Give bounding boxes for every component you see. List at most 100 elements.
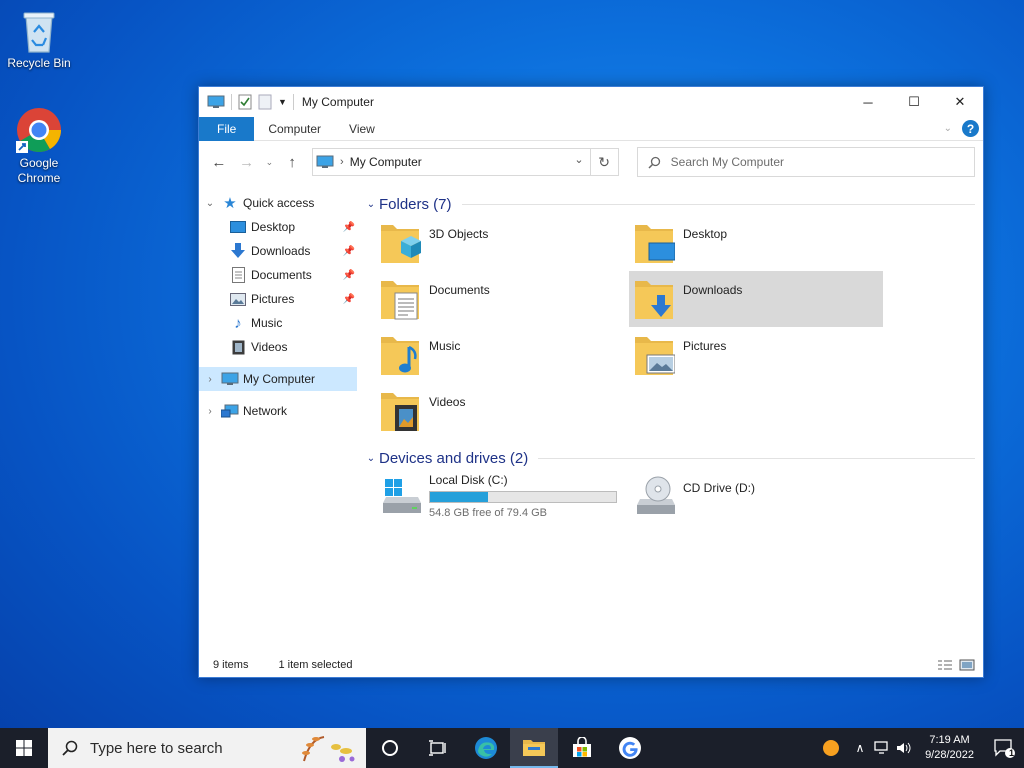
collapse-chevron-icon[interactable]: ⌄ [363, 199, 379, 210]
folder-item-3d-objects[interactable]: 3D Objects [375, 215, 629, 271]
title-bar[interactable]: ▼ My Computer ─ ☐ ✕ [199, 87, 983, 117]
folder-item-downloads[interactable]: Downloads [629, 271, 883, 327]
expand-ribbon-icon[interactable]: ⌄ [944, 123, 952, 134]
desktop-icon-label: Recycle Bin [7, 56, 71, 70]
folder-item-music[interactable]: Music [375, 327, 629, 383]
drive-usage-bar [429, 491, 617, 503]
up-button[interactable]: ↑ [280, 150, 304, 174]
taskbar-app-edge[interactable] [462, 728, 510, 768]
pin-icon: 📌 [342, 221, 355, 233]
clock-time: 7:19 AM [929, 734, 970, 746]
computer-icon [207, 95, 225, 108]
desktop-icon-google-chrome[interactable]: Google Chrome [1, 106, 77, 186]
nav-item-music[interactable]: ♪ Music [199, 311, 357, 335]
desktop-icon-recycle-bin[interactable]: Recycle Bin [1, 8, 77, 71]
nav-item-pictures[interactable]: Pictures 📌 [199, 287, 357, 311]
desktop-icon-label: Google Chrome [17, 156, 61, 185]
search-box[interactable] [636, 147, 975, 177]
folder-name: Pictures [683, 339, 727, 353]
expand-chevron-icon[interactable]: › [199, 374, 221, 385]
nav-item-quick-access[interactable]: ⌄ ★ Quick access [199, 191, 357, 215]
group-header-folders[interactable]: ⌄ Folders (7) [363, 193, 975, 215]
close-button[interactable]: ✕ [937, 87, 983, 117]
divider [461, 203, 975, 205]
folders-grid: 3D Objects Desktop Documents Downloads M… [375, 215, 975, 439]
folder-name: 3D Objects [429, 227, 489, 241]
nav-item-network[interactable]: › Network [199, 399, 357, 423]
show-hidden-icons-button[interactable]: ∧ [849, 728, 871, 768]
network-icon [221, 403, 239, 419]
nav-item-desktop[interactable]: Desktop 📌 [199, 215, 357, 239]
tab-file[interactable]: File [199, 116, 255, 141]
star-icon: ★ [223, 195, 237, 212]
help-icon[interactable]: ? [962, 120, 979, 137]
nav-item-label: Documents [251, 268, 312, 282]
address-path[interactable]: My Computer [350, 155, 422, 169]
collapse-chevron-icon[interactable]: ⌄ [199, 198, 221, 209]
breadcrumb-chevron-icon[interactable]: › [340, 156, 344, 168]
start-button[interactable] [0, 728, 48, 768]
address-dropdown-icon[interactable]: ⌄ [574, 153, 583, 166]
edge-icon [475, 737, 497, 759]
folder-item-desktop[interactable]: Desktop [629, 215, 883, 271]
large-icons-view-icon[interactable] [959, 659, 975, 671]
nav-item-label: Pictures [251, 292, 295, 306]
collapse-chevron-icon[interactable]: ⌄ [363, 453, 379, 464]
new-folder-icon[interactable] [258, 94, 272, 110]
taskbar-app-google-chrome[interactable] [606, 728, 654, 768]
network-status-button[interactable] [871, 728, 893, 768]
task-view-button[interactable] [414, 728, 462, 768]
group-header-devices[interactable]: ⌄ Devices and drives (2) [363, 447, 975, 469]
search-input[interactable] [670, 155, 961, 169]
documents-folder-icon [381, 281, 419, 320]
tab-computer[interactable]: Computer [254, 117, 335, 141]
folder-item-videos[interactable]: Videos [375, 383, 629, 439]
folder-item-documents[interactable]: Documents [375, 271, 629, 327]
taskbar-search-box[interactable]: Type here to search [48, 728, 366, 768]
nav-item-downloads[interactable]: Downloads 📌 [199, 239, 357, 263]
nav-item-my-computer[interactable]: › My Computer [199, 367, 357, 391]
minimize-button[interactable]: ─ [845, 87, 891, 117]
file-explorer-icon [523, 740, 545, 756]
properties-icon[interactable] [238, 94, 252, 110]
window-title: My Computer [301, 95, 374, 109]
expand-chevron-icon[interactable]: › [199, 406, 221, 417]
explorer-window: ▼ My Computer ─ ☐ ✕ File Computer View ⌄… [198, 86, 984, 678]
desktop-icon [229, 219, 247, 235]
folder-name: Videos [429, 395, 466, 409]
details-view-icon[interactable] [937, 659, 953, 671]
taskbar-search-placeholder: Type here to search [90, 739, 223, 757]
taskbar-app-microsoft-store[interactable] [558, 728, 606, 768]
quick-access-toolbar: ▼ [207, 94, 294, 110]
nav-item-videos[interactable]: Videos [199, 335, 357, 359]
ribbon-tabs: File Computer View ⌄ ? [199, 116, 983, 141]
customize-toolbar-icon[interactable]: ▼ [278, 97, 287, 107]
tray-app-icon[interactable] [813, 728, 849, 768]
forward-button[interactable]: → [235, 150, 259, 174]
volume-button[interactable] [893, 728, 915, 768]
folder-name: Downloads [683, 283, 743, 297]
cortana-button[interactable] [366, 728, 414, 768]
folder-item-pictures[interactable]: Pictures [629, 327, 883, 383]
tab-view[interactable]: View [335, 117, 389, 141]
drive-item-local-disk-c[interactable]: Local Disk (C:) 54.8 GB free of 79.4 GB [375, 469, 629, 525]
taskbar: Type here to search ∧ 7:19 AM 9/28/2022 … [0, 728, 1024, 768]
clock[interactable]: 7:19 AM 9/28/2022 [915, 733, 984, 763]
maximize-button[interactable]: ☐ [891, 87, 937, 117]
action-center-button[interactable]: 1 [984, 728, 1024, 768]
nav-item-documents[interactable]: Documents 📌 [199, 263, 357, 287]
drive-name: Local Disk (C:) [429, 473, 508, 487]
address-bar[interactable]: › My Computer ⌄ ↻ [312, 148, 619, 176]
status-selection-count: 1 item selected [278, 659, 353, 671]
recent-locations-button[interactable]: ⌄ [262, 150, 276, 174]
drive-item-cd-drive-d[interactable]: CD Drive (D:) [629, 469, 883, 525]
navigation-pane: ⌄ ★ Quick access Desktop 📌 Downloads 📌 D… [199, 183, 357, 653]
refresh-button[interactable]: ↻ [589, 149, 618, 175]
nav-item-label: Desktop [251, 220, 296, 234]
back-button[interactable]: ← [207, 150, 231, 174]
google-icon [619, 737, 641, 759]
status-item-count: 9 items [213, 659, 249, 671]
taskbar-app-file-explorer[interactable] [510, 728, 558, 768]
3d-objects-folder-icon [381, 225, 421, 263]
nav-item-label: Quick access [243, 196, 315, 210]
